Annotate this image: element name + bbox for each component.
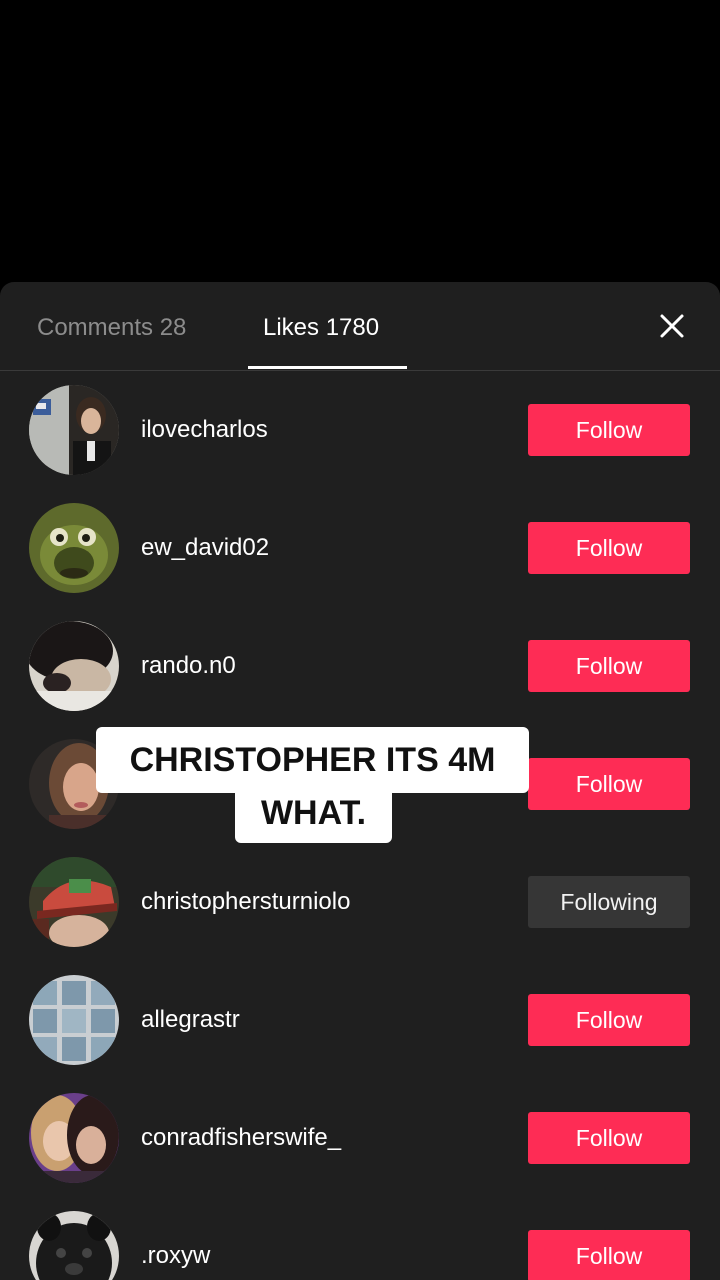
follow-button[interactable]: Follow <box>528 640 690 692</box>
tab-comments[interactable]: Comments 28 <box>37 312 186 344</box>
list-item[interactable]: rando.n0 Follow <box>0 607 720 725</box>
avatar[interactable] <box>29 1093 119 1183</box>
close-icon[interactable] <box>654 308 690 344</box>
username[interactable]: conradfisherswife_ <box>141 1122 341 1154</box>
list-item[interactable]: ew_david02 Follow <box>0 489 720 607</box>
tab-bar: Comments 28 Likes 1780 <box>0 282 720 371</box>
list-item[interactable]: .roxyw Follow <box>0 1197 720 1280</box>
avatar[interactable] <box>29 621 119 711</box>
list-item[interactable]: Follow <box>0 725 720 843</box>
likes-sheet: Comments 28 Likes 1780 ilovecharlos Foll… <box>0 282 720 1280</box>
follow-button[interactable]: Follow <box>528 994 690 1046</box>
avatar[interactable] <box>29 739 119 829</box>
following-button[interactable]: Following <box>528 876 690 928</box>
follow-button[interactable]: Follow <box>528 758 690 810</box>
username[interactable]: christophersturniolo <box>141 886 350 918</box>
list-item[interactable]: conradfisherswife_ Follow <box>0 1079 720 1197</box>
list-item[interactable]: christophersturniolo Following <box>0 843 720 961</box>
avatar[interactable] <box>29 1211 119 1280</box>
username[interactable]: rando.n0 <box>141 650 236 682</box>
avatar[interactable] <box>29 385 119 475</box>
avatar[interactable] <box>29 503 119 593</box>
username[interactable]: allegrastr <box>141 1004 240 1036</box>
list-item[interactable]: allegrastr Follow <box>0 961 720 1079</box>
username[interactable]: ilovecharlos <box>141 414 268 446</box>
username[interactable]: .roxyw <box>141 1240 210 1272</box>
follow-button[interactable]: Follow <box>528 404 690 456</box>
avatar[interactable] <box>29 975 119 1065</box>
follow-button[interactable]: Follow <box>528 1230 690 1280</box>
username[interactable]: ew_david02 <box>141 532 269 564</box>
tab-likes[interactable]: Likes 1780 <box>263 312 379 344</box>
active-tab-indicator <box>248 366 407 369</box>
video-background[interactable] <box>0 0 720 282</box>
follow-button[interactable]: Follow <box>528 522 690 574</box>
follow-button[interactable]: Follow <box>528 1112 690 1164</box>
list-item[interactable]: ilovecharlos Follow <box>0 371 720 489</box>
avatar[interactable] <box>29 857 119 947</box>
